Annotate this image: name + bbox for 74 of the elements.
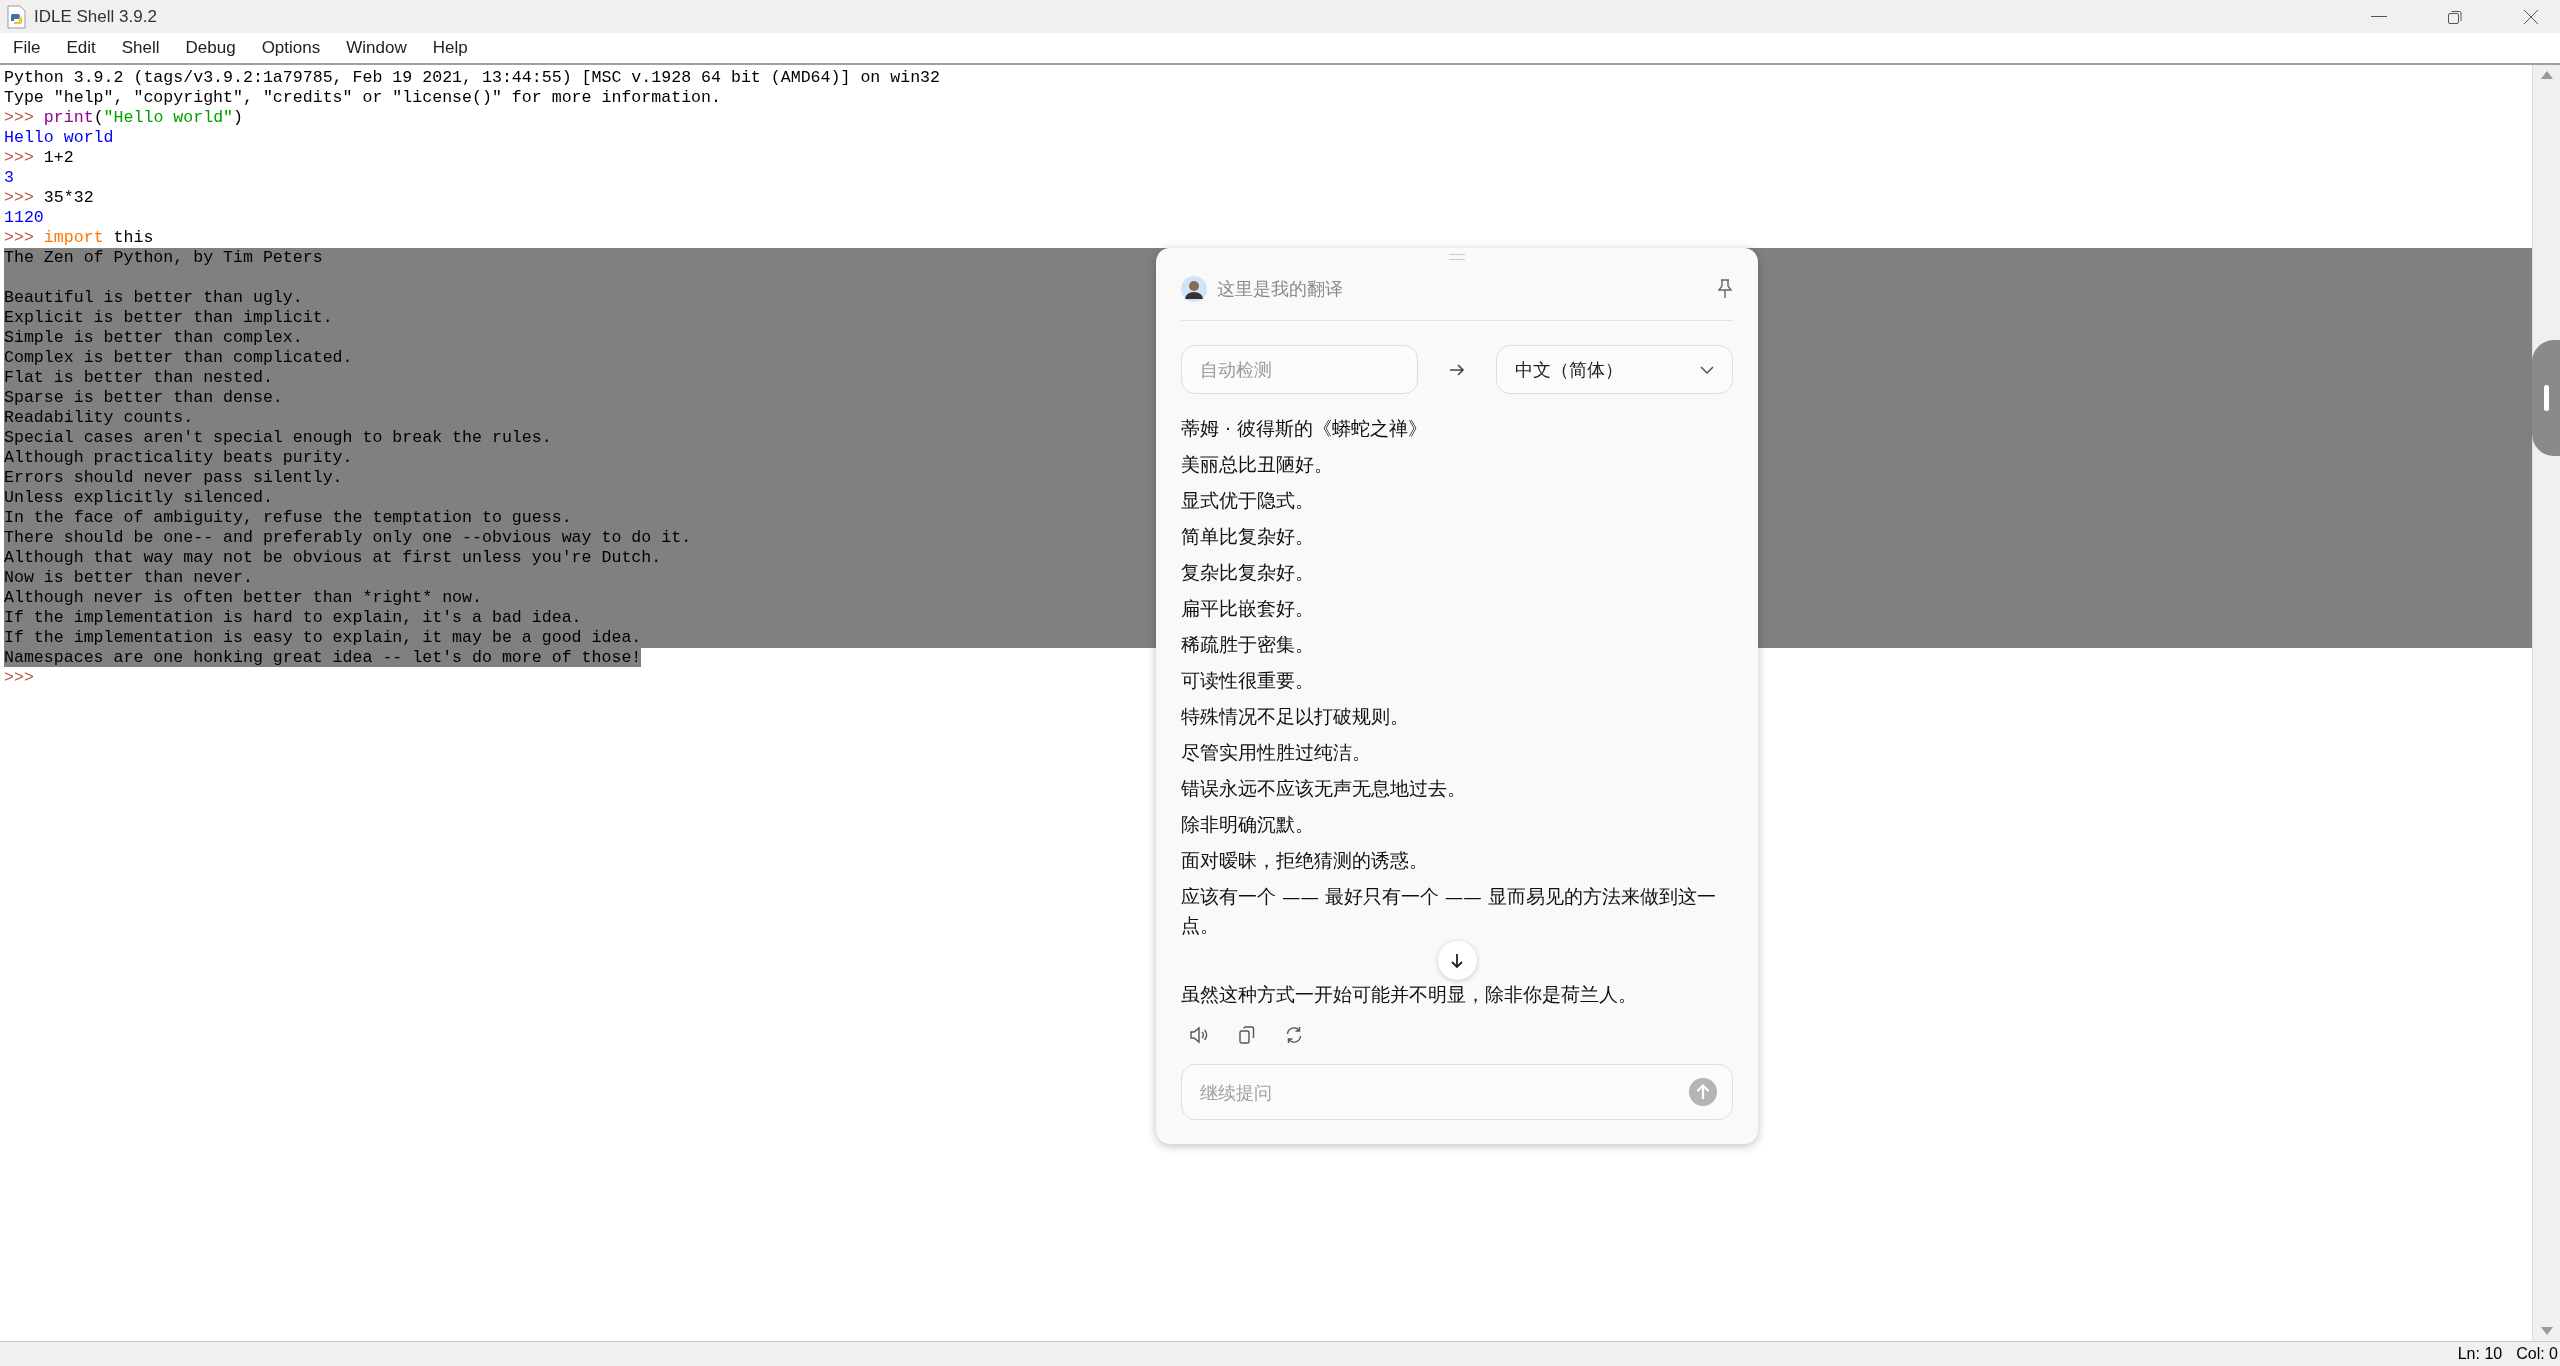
speaker-icon[interactable] bbox=[1189, 1026, 1209, 1044]
code-line: Although that way may not be obvious at first unless you're Dutch. bbox=[4, 548, 662, 567]
refresh-icon[interactable] bbox=[1285, 1026, 1303, 1044]
avatar-icon bbox=[1181, 276, 1207, 302]
code-line: Now is better than never. bbox=[4, 568, 253, 587]
translation-line: 美丽总比丑陋好。 bbox=[1181, 453, 1334, 477]
code-line: Explicit is better than implicit. bbox=[4, 308, 333, 327]
pin-icon[interactable] bbox=[1717, 279, 1733, 299]
code-line: >>> import this bbox=[4, 228, 154, 247]
menu-item[interactable]: Window bbox=[337, 38, 416, 58]
code-line: Unless explicitly silenced. bbox=[4, 488, 273, 507]
popup-title: 这里是我的翻译 bbox=[1217, 277, 1344, 301]
code-line: 1120 bbox=[4, 208, 44, 227]
code-line: Simple is better than complex. bbox=[4, 328, 303, 347]
menu-item[interactable]: File bbox=[4, 38, 50, 58]
translation-line: 显式优于隐式。 bbox=[1181, 489, 1315, 513]
restore-icon[interactable] bbox=[2447, 8, 2463, 25]
translation-line: 虽然这种方式一开始可能并不明显，除非你是荷兰人。 bbox=[1181, 983, 1638, 1007]
code-line: Although practicality beats purity. bbox=[4, 448, 353, 467]
menu-item[interactable]: Help bbox=[423, 38, 477, 58]
code-line: Although never is often better than *right* now. bbox=[4, 588, 482, 607]
menu-item[interactable]: Options bbox=[252, 38, 330, 58]
menu-item[interactable]: Debug bbox=[176, 38, 245, 58]
code-line: Flat is better than nested. bbox=[4, 368, 273, 387]
code-line: >>> bbox=[4, 668, 34, 687]
code-line: Python 3.9.2 (tags/v3.9.2:1a79785, Feb 19 2021, 13:44:55) [MSC v.1928 64 bit (AMD64)] on win32 bbox=[4, 68, 941, 87]
translation-line: 应该有一个 —— 最好只有一个 —— 显而易见的方法来做到这一点。 bbox=[1181, 885, 1717, 938]
target-language-dropdown[interactable]: 中文（简体） bbox=[1496, 345, 1733, 394]
arrow-down-icon[interactable] bbox=[1450, 952, 1464, 969]
translation-line: 复杂比复杂好。 bbox=[1181, 561, 1315, 585]
arrow-right-icon bbox=[1449, 362, 1465, 377]
column-number: Col: 0 bbox=[2516, 1345, 2558, 1363]
close-icon[interactable] bbox=[2523, 8, 2539, 25]
copy-icon[interactable] bbox=[1239, 1026, 1255, 1044]
translation-line: 除非明确沉默。 bbox=[1181, 813, 1315, 837]
code-line: If the implementation is hard to explain, it's a bad idea. bbox=[4, 608, 582, 627]
translation-line: 稀疏胜于密集。 bbox=[1181, 633, 1315, 657]
code-line: Beautiful is better than ugly. bbox=[4, 288, 303, 307]
translation-line: 蒂姆 · 彼得斯的《蟒蛇之禅》 bbox=[1181, 417, 1428, 441]
translation-line: 扁平比嵌套好。 bbox=[1181, 597, 1315, 621]
code-line: If the implementation is easy to explain, it may be a good idea. bbox=[4, 628, 642, 647]
code-line: Errors should never pass silently. bbox=[4, 468, 343, 487]
question-field[interactable]: 继续提问 bbox=[1181, 1064, 1733, 1120]
code-line: 3 bbox=[4, 168, 14, 187]
minimize-icon[interactable] bbox=[2371, 15, 2387, 18]
chevron-down-icon bbox=[1700, 365, 1714, 374]
code-line: Readability counts. bbox=[4, 408, 194, 427]
code-line: Hello world bbox=[4, 128, 114, 147]
translation-line: 可读性很重要。 bbox=[1181, 669, 1315, 693]
python-file-icon bbox=[6, 4, 28, 29]
code-line: >>> 1+2 bbox=[4, 148, 74, 167]
drag-handle-icon[interactable] bbox=[1449, 254, 1465, 260]
window-title: IDLE Shell 3.9.2 bbox=[34, 6, 157, 27]
code-line: Sparse is better than dense. bbox=[4, 388, 283, 407]
menu-item[interactable]: Shell bbox=[112, 38, 169, 58]
scroll-down-button[interactable] bbox=[1437, 941, 1477, 980]
code-line: The Zen of Python, by Tim Peters bbox=[4, 248, 323, 267]
code-line: There should be one-- and preferably only one --obvious way to do it. bbox=[4, 528, 692, 547]
code-line: Special cases aren't special enough to break the rules. bbox=[4, 428, 552, 447]
translation-line: 特殊情况不足以打破规则。 bbox=[1181, 705, 1410, 729]
scrollbar[interactable] bbox=[2532, 65, 2560, 1341]
code-line: >>> print("Hello world") bbox=[4, 108, 244, 127]
translation-line: 错误永远不应该无声无息地过去。 bbox=[1181, 777, 1467, 801]
translation-line: 面对暧昧，拒绝猜测的诱惑。 bbox=[1181, 849, 1429, 873]
menu-item[interactable]: Edit bbox=[57, 38, 105, 58]
source-language-field[interactable]: 自动检测 bbox=[1181, 345, 1418, 394]
translation-line: 简单比复杂好。 bbox=[1181, 525, 1315, 549]
code-line: Complex is better than complicated. bbox=[4, 348, 353, 367]
translation-line: 尽管实用性胜过纯洁。 bbox=[1181, 741, 1372, 765]
line-number: Ln: 10 bbox=[2457, 1345, 2503, 1363]
side-panel-handle[interactable] bbox=[2532, 340, 2560, 456]
code-line: >>> 35*32 bbox=[4, 188, 94, 207]
code-line: In the face of ambiguity, refuse the temptation to guess. bbox=[4, 508, 572, 527]
code-line: Type "help", "copyright", "credits" or "license()" for more information. bbox=[4, 88, 721, 107]
